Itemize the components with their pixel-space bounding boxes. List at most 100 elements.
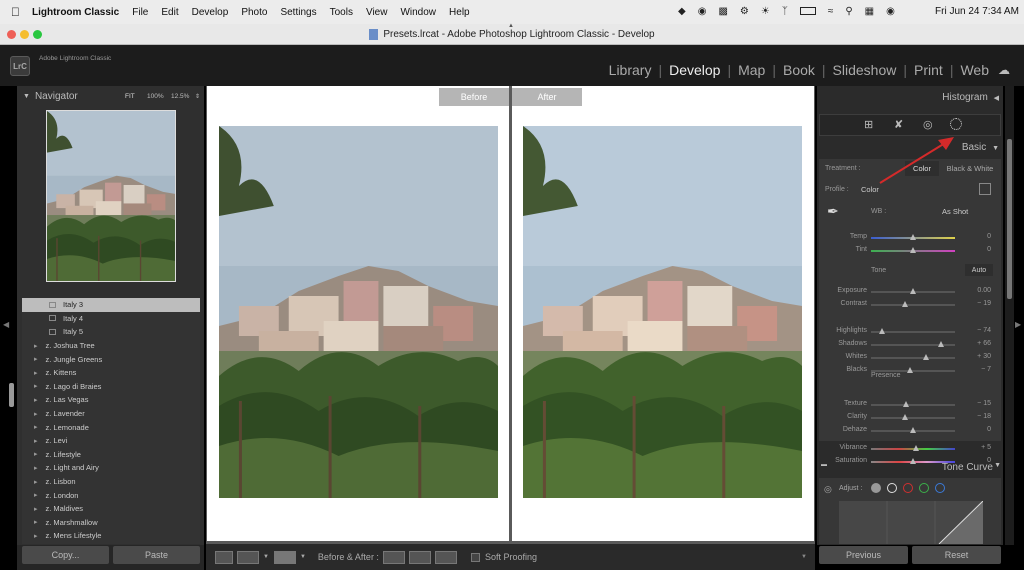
zoom-100[interactable]: 100% [147,93,164,100]
slider-value[interactable]: 0.00 [961,287,991,294]
right-panel-toggle-icon[interactable]: ▶ [1015,320,1021,329]
menu-view[interactable]: View [366,7,388,18]
slider-track[interactable] [871,234,955,240]
toolbar-menu-icon[interactable]: ▼ [801,554,807,560]
after-photo[interactable] [523,126,802,498]
module-library[interactable]: Library [609,62,652,78]
after-pane[interactable]: After [512,86,814,541]
slider-knob[interactable] [903,401,910,407]
slider-value[interactable]: 0 [961,246,991,253]
left-scroll-thumb[interactable] [9,383,14,407]
slider-knob[interactable] [922,354,929,360]
slider-track[interactable] [871,445,955,451]
loupe-view-button[interactable] [215,550,233,564]
zoom-fit[interactable]: FIT [125,93,135,100]
slider-knob[interactable] [902,414,909,420]
soft-proofing-label[interactable]: Soft Proofing [485,552,537,562]
profile-browser-icon[interactable] [979,183,991,195]
collapse-triangle-icon[interactable]: ▼ [23,93,30,100]
slider-value[interactable]: − 15 [961,400,991,407]
preset-row[interactable]: ▸ z. Light and Airy [22,461,200,475]
preset-row[interactable]: ▸ z. Kittens [22,366,200,380]
copy-button[interactable]: Copy... [22,546,109,564]
slider-knob[interactable] [910,247,916,253]
preset-row[interactable]: ▸ z. Lisbon [22,475,200,489]
collapse-down-icon[interactable]: ▼ [994,462,1001,469]
copy-before-to-after-button[interactable] [382,550,405,564]
menu-develop[interactable]: Develop [192,7,229,18]
slider-value[interactable]: + 66 [961,340,991,347]
paste-button[interactable]: Paste [113,546,200,564]
menu-photo[interactable]: Photo [241,7,267,18]
clock[interactable]: Fri Jun 24 7:34 AM [935,6,1019,17]
green-channel-icon[interactable] [919,483,929,493]
slider-knob[interactable] [878,328,885,334]
parametric-curve-icon[interactable] [871,483,881,493]
preset-row[interactable]: ▸ z. Lago di Braies [22,380,200,394]
app-menu[interactable]: Lightroom Classic [32,7,119,18]
left-panel-toggle-icon[interactable]: ◀ [3,320,9,329]
eyedropper-icon[interactable]: ✒ [827,203,843,221]
gear-icon[interactable]: ⚙ [740,6,749,17]
slider-value[interactable]: − 7 [961,366,991,373]
slider-track[interactable] [871,401,955,407]
control-center-icon[interactable]: ▦ [865,6,874,17]
previous-button[interactable]: Previous [819,546,908,564]
slider-track[interactable] [871,288,955,294]
zoom-12-5[interactable]: 12.5% [171,93,189,100]
collapse-left-icon[interactable]: ◀ [994,95,999,102]
notes-icon[interactable]: ▩ [718,6,727,17]
module-web[interactable]: Web [960,62,989,78]
slider-value[interactable]: − 18 [961,413,991,420]
slider-knob[interactable] [906,367,913,373]
soft-proofing-checkbox[interactable] [470,552,480,562]
preset-row[interactable]: Italy 3 [22,298,200,312]
zoom-dropdown-icon[interactable]: ⇕ [195,93,200,100]
slider-value[interactable]: + 5 [961,444,991,451]
wifi-icon[interactable]: ≈ [828,6,834,17]
reset-button[interactable]: Reset [912,546,1001,564]
slider-track[interactable] [871,328,955,334]
menu-help[interactable]: Help [449,7,470,18]
blue-channel-icon[interactable] [935,483,945,493]
compare-view-button[interactable] [237,550,259,564]
swap-button[interactable] [434,550,457,564]
target-adjust-icon[interactable]: ◎ [824,484,832,495]
before-pane[interactable]: Before [207,86,509,541]
bluetooth-icon[interactable]: ᛉ [782,6,788,17]
collapse-down-icon[interactable]: ▼ [992,145,999,152]
slider-track[interactable] [871,414,955,420]
cloud-icon[interactable]: ☁ [998,63,1010,77]
auto-button[interactable]: Auto [965,264,993,276]
module-book[interactable]: Book [783,62,815,78]
preset-row[interactable]: ▸ z. Joshua Tree [22,339,200,353]
creative-cloud-icon[interactable]: ◉ [698,6,707,17]
view-dropdown-icon[interactable]: ▼ [263,554,269,560]
slider-value[interactable]: + 30 [961,353,991,360]
preset-row[interactable]: ▸ z. Levi [22,434,200,448]
menu-window[interactable]: Window [400,7,436,18]
slider-knob[interactable] [910,234,916,240]
point-curve-icon[interactable] [887,483,897,493]
siri-icon[interactable]: ◉ [886,6,895,17]
preset-row[interactable]: ▸ z. Marshmallow [22,516,200,530]
histogram-header[interactable]: Histogram ◀ [817,92,999,103]
copy-after-to-before-button[interactable] [408,550,431,564]
slider-track[interactable] [871,301,955,307]
dropbox-icon[interactable]: ◆ [678,6,686,17]
search-icon[interactable]: ⚲ [845,6,852,17]
module-slideshow[interactable]: Slideshow [833,62,897,78]
apple-icon[interactable]:  [11,5,20,19]
navigator-header[interactable]: ▼ Navigator FIT 100% 12.5% ⇕ [17,86,204,106]
module-map[interactable]: Map [738,62,765,78]
slider-value[interactable]: 0 [961,233,991,240]
preset-row[interactable]: ▸ z. Lemonade [22,420,200,434]
slider-knob[interactable] [910,427,916,433]
preset-row[interactable]: ▸ z. Mens Lifestyle [22,529,200,543]
slider-knob[interactable] [910,288,916,294]
tone-curve-graph[interactable] [839,501,983,544]
preset-row[interactable]: ▸ z. Las Vegas [22,393,200,407]
right-scrollbar[interactable] [1005,86,1014,545]
chevron-up-icon[interactable]: ▲ [508,23,514,29]
slider-knob[interactable] [910,458,916,464]
